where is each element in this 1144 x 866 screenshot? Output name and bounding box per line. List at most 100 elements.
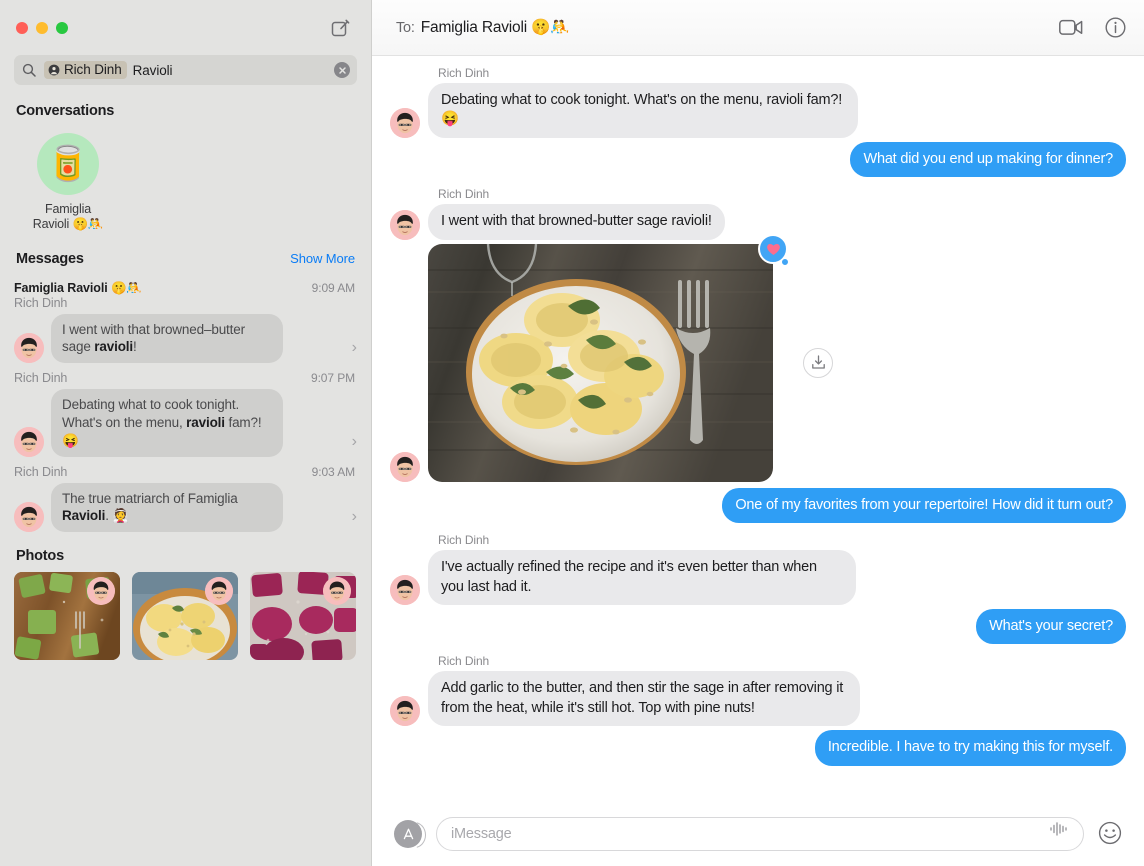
message-composer: iMessage <box>372 802 1144 866</box>
heart-icon <box>766 243 780 255</box>
message-result-text: The true matriarch of Famiglia Ravioli. … <box>51 482 283 533</box>
search-token-label: Rich Dinh <box>64 62 122 77</box>
photo-sender-avatar <box>87 577 115 606</box>
message-bubble[interactable]: I went with that browned-butter sage rav… <box>423 204 725 241</box>
message-thread[interactable]: Rich Dinh Debating what to cook tonight.… <box>372 56 1144 802</box>
emoji-picker-button[interactable] <box>1098 821 1124 847</box>
search-input[interactable]: Rich Dinh Ravioli <box>14 55 357 85</box>
message-row: Rich Dinh <box>390 533 1126 605</box>
conversation-item-famiglia-ravioli[interactable]: 🥫 Famiglia Ravioli 🤫🤼 <box>12 133 124 233</box>
conversation-name-line1: Famiglia <box>44 202 92 216</box>
facetime-button[interactable] <box>1059 19 1083 36</box>
recipient-name[interactable]: Famiglia Ravioli 🤫🤼 <box>421 18 570 37</box>
clear-icon <box>338 66 346 74</box>
compose-icon <box>331 19 350 36</box>
to-label: To: <box>396 19 415 36</box>
result-text-before: I went with that browned–butter sage <box>62 321 245 355</box>
photo-thumbnail-1[interactable] <box>14 572 120 661</box>
memoji-avatar-icon <box>87 577 115 606</box>
memoji-avatar-icon <box>14 333 44 364</box>
conversation-name-line2: Ravioli 🤫🤼 <box>32 217 104 232</box>
avatar <box>390 107 420 138</box>
message-sender-name: Rich Dinh <box>438 533 490 548</box>
memoji-avatar-icon <box>390 209 420 240</box>
message-result-sender-row: Rich Dinh 9:03 AM <box>14 465 357 479</box>
photo-thumbnail-2[interactable] <box>132 572 238 661</box>
memoji-avatar-icon <box>14 502 44 533</box>
audio-waveform-icon <box>1050 822 1067 836</box>
heart-reaction-badge[interactable] <box>758 233 789 266</box>
imessage-input[interactable]: iMessage <box>436 817 1084 851</box>
show-more-button[interactable]: Show More <box>290 251 355 266</box>
photos-section-header: Photos <box>0 548 371 564</box>
avatar <box>14 333 44 364</box>
memoji-avatar-icon <box>390 451 420 482</box>
message-bubble[interactable]: I've actually refined the recipe and it'… <box>423 550 856 605</box>
message-result-conversation: Famiglia Ravioli 🤫🤼 <box>14 280 142 295</box>
sidebar: Rich Dinh Ravioli Conversations 🥫 Famigl… <box>0 0 372 866</box>
chevron-right-icon[interactable]: › <box>352 339 357 363</box>
minimize-window-button[interactable] <box>36 21 48 34</box>
message-result-body: I went with that browned–butter sage rav… <box>14 313 357 364</box>
memoji-avatar-icon <box>390 574 420 605</box>
conversation-name: Famiglia Ravioli 🤫🤼 <box>33 202 104 233</box>
message-bubble[interactable]: Debating what to cook tonight. What's on… <box>423 83 858 138</box>
image-message[interactable] <box>428 233 833 482</box>
message-bubble[interactable]: Add garlic to the butter, and then stir … <box>423 671 860 727</box>
memoji-avatar-icon <box>205 577 233 606</box>
details-info-button[interactable] <box>1105 17 1126 38</box>
close-window-button[interactable] <box>16 21 28 34</box>
messages-section-header: Messages Show More <box>0 251 371 267</box>
message-bubble[interactable]: What did you end up making for dinner? <box>850 141 1131 178</box>
message-row: Incredible. I have to try making this fo… <box>390 730 1132 767</box>
window-titlebar <box>0 0 371 55</box>
person-token-icon <box>48 64 60 75</box>
emoji-smiley-icon <box>1098 821 1122 845</box>
list-item[interactable]: Rich Dinh 9:07 PM Debating what to cook … <box>0 365 371 458</box>
conversations-section-header: Conversations <box>0 103 371 119</box>
result-text-match: ravioli <box>94 339 133 355</box>
message-result-body: The true matriarch of Famiglia Ravioli. … <box>14 482 357 533</box>
clear-search-button[interactable] <box>334 62 350 78</box>
message-sender-name: Rich Dinh <box>438 187 490 202</box>
photos-grid <box>0 566 371 661</box>
conversations-title: Conversations <box>16 103 115 119</box>
result-text-after: . 👰 <box>105 508 130 524</box>
search-query-text: Ravioli <box>132 62 173 78</box>
result-text-match: Ravioli <box>62 508 106 524</box>
message-row: Rich Dinh <box>390 654 1126 727</box>
maximize-window-button[interactable] <box>56 21 68 34</box>
ravioli-plate-photo <box>428 243 773 482</box>
message-row: Rich Dinh <box>390 66 1126 138</box>
download-image-button[interactable] <box>803 347 833 378</box>
chevron-right-icon[interactable]: › <box>352 433 357 457</box>
message-bubble[interactable]: Incredible. I have to try making this fo… <box>814 730 1132 767</box>
compose-message-button[interactable] <box>327 15 353 41</box>
photo-thumbnail-3[interactable] <box>250 572 356 661</box>
avatar <box>14 502 44 533</box>
apps-drawer-button[interactable] <box>394 820 422 848</box>
conversation-avatar: 🥫 <box>37 133 99 195</box>
chevron-right-icon[interactable]: › <box>352 508 357 532</box>
avatar <box>390 209 420 240</box>
messages-window: Rich Dinh Ravioli Conversations 🥫 Famigl… <box>0 0 1144 866</box>
message-result-time: 9:07 PM <box>311 371 355 386</box>
message-result-sender: Rich Dinh <box>14 464 68 479</box>
message-row: One of my favorites from your repertoire… <box>390 487 1131 524</box>
memoji-avatar-icon <box>323 577 351 606</box>
messages-results-list: Famiglia Ravioli 🤫🤼 9:09 AM Rich Dinh I … <box>0 275 371 535</box>
audio-message-button[interactable] <box>1049 821 1069 847</box>
list-item[interactable]: Famiglia Ravioli 🤫🤼 9:09 AM Rich Dinh I … <box>0 275 371 366</box>
message-result-meta: Famiglia Ravioli 🤫🤼 9:09 AM <box>14 281 357 296</box>
search-person-token[interactable]: Rich Dinh <box>44 61 127 79</box>
tomato-can-emoji-icon: 🥫 <box>46 145 90 183</box>
message-result-time: 9:09 AM <box>311 280 355 295</box>
message-bubble[interactable]: One of my favorites from your repertoire… <box>722 487 1131 524</box>
message-result-sender: Rich Dinh <box>14 295 68 310</box>
search-container: Rich Dinh Ravioli <box>0 55 371 85</box>
list-item[interactable]: Rich Dinh 9:03 AM The true matriarch of … <box>0 459 371 535</box>
search-icon <box>22 63 38 77</box>
message-result-sender-row: Rich Dinh <box>14 296 357 310</box>
message-bubble[interactable]: What's your secret? <box>976 608 1131 645</box>
message-result-sender-row: Rich Dinh 9:07 PM <box>14 371 357 385</box>
